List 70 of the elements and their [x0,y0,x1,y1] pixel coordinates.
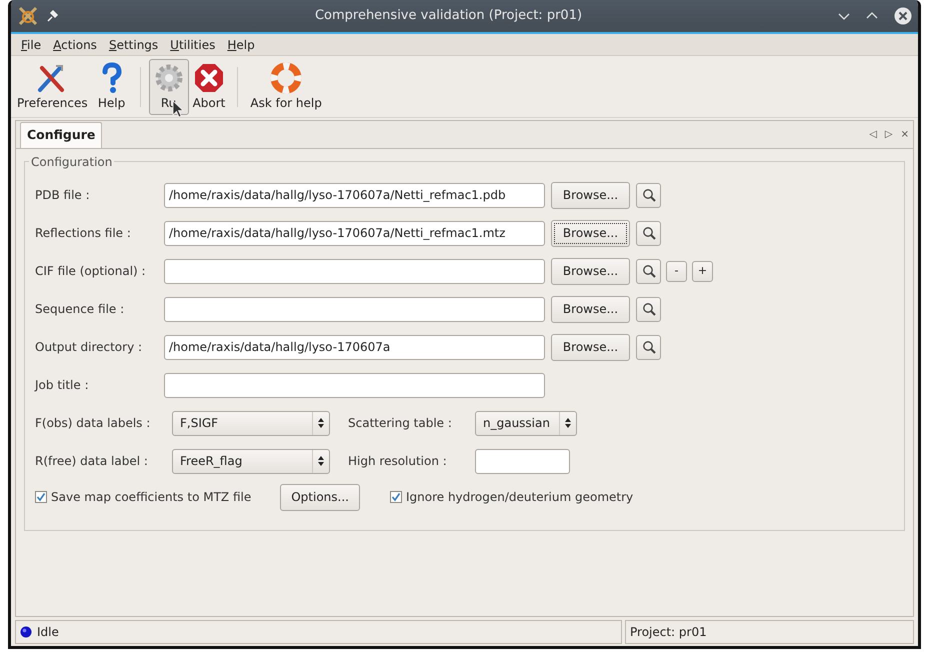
pin-icon[interactable] [45,9,59,23]
updown-icon [317,455,325,467]
input-field[interactable] [164,258,545,284]
input-field[interactable] [164,296,545,322]
field-label: Job title : [35,377,90,394]
lifebuoy-icon [270,62,302,94]
field-label: Sequence file : [35,301,126,318]
options-button[interactable]: Options... [280,484,360,510]
close-icon[interactable] [894,7,912,25]
search-icon [642,302,656,316]
check-icon [36,492,46,502]
scroll-left-button[interactable]: ◁ [869,127,877,142]
status-text: Idle [37,624,59,641]
browse-button[interactable]: Browse... [551,220,630,246]
updown-icon [317,417,325,429]
close-tab-button[interactable]: × [900,127,909,142]
stop-icon [192,62,225,94]
field-label: CIF file (optional) : [35,263,147,280]
input-field[interactable] [164,372,545,398]
checkbox-label[interactable]: Save map coefficients to MTZ file [51,488,252,506]
field-label: High resolution : [348,453,448,470]
scroll-right-button[interactable]: ▷ [884,127,893,142]
toolbar-button[interactable]: Ask for help [246,58,326,114]
browse-button[interactable]: Browse... [551,182,630,208]
project-label: Project: pr01 [625,620,914,644]
menu-item[interactable]: Help [221,36,261,54]
search-icon [642,264,656,278]
browse-button[interactable]: Browse... [551,258,630,284]
input-field[interactable]: /home/raxis/data/hallg/lyso-170607a/Netti_refmac1.mtz [164,220,545,246]
checkbox-label[interactable]: Ignore hydrogen/deuterium geometry [406,488,634,506]
toolbar-button[interactable]: Preferences [13,58,92,114]
search-button[interactable] [636,296,661,322]
dropdown[interactable]: n_gaussian [475,410,577,436]
browse-button[interactable]: Browse... [551,296,630,322]
gear-icon [152,62,185,94]
field-label: R(free) data label : [35,453,149,470]
dropdown[interactable]: FreeR_flag [172,448,330,474]
checkbox[interactable] [35,491,47,503]
check-icon [390,492,401,502]
search-button[interactable] [636,334,661,360]
remove-button[interactable]: - [666,260,687,282]
input-field[interactable]: /home/raxis/data/hallg/lyso-170607a [164,334,545,360]
field-label: Reflections file : [35,225,132,242]
search-icon [642,340,656,354]
input-field[interactable]: /home/raxis/data/hallg/lyso-170607a/Netti_refmac1.pdb [164,182,545,208]
checkbox[interactable] [390,491,402,503]
field-label: Scattering table : [348,415,453,432]
menu-item[interactable]: Actions [47,36,103,54]
window-title: Comprehensive validation (Project: pr01) [314,7,584,26]
add-button[interactable]: + [692,260,713,282]
browse-button[interactable]: Browse... [551,334,630,360]
toolbar-button[interactable]: Help [92,58,132,114]
field-label: Output directory : [35,339,144,356]
input-field[interactable] [475,448,570,474]
app-logo-icon [17,6,39,26]
menu-item[interactable]: Utilities [164,36,222,54]
search-icon [642,226,656,240]
menu-item[interactable]: Settings [102,36,164,54]
status-indicator-icon [20,626,32,638]
search-button[interactable] [636,258,661,284]
search-icon [642,188,656,202]
dropdown[interactable]: F,SIGF [172,410,330,436]
tab[interactable]: Configure [20,122,102,148]
field-label: F(obs) data labels : [35,415,152,432]
field-label: PDB file : [35,187,91,204]
menu-item[interactable]: File [15,36,48,54]
search-button[interactable] [636,182,661,208]
updown-icon [564,417,572,429]
search-button[interactable] [636,220,661,246]
toolbar-button[interactable]: Abort [188,58,230,114]
